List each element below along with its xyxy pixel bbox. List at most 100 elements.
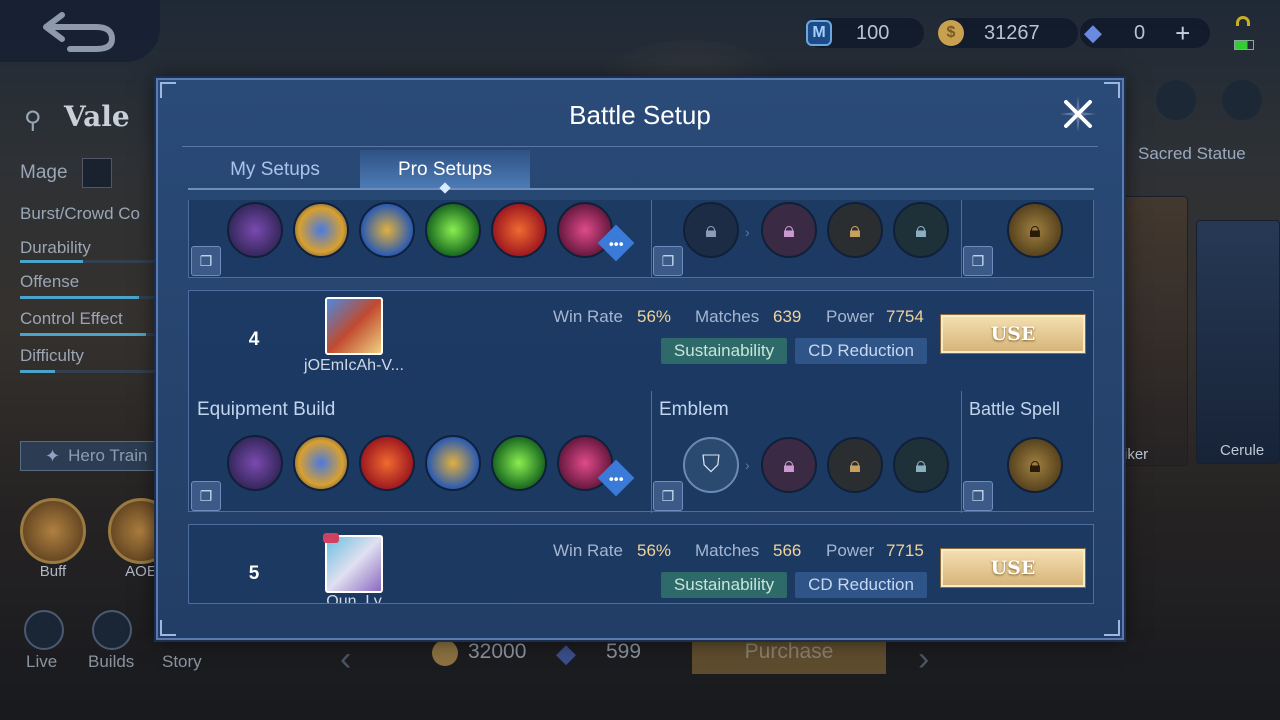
item-magic-boots-icon[interactable]: [227, 202, 283, 258]
player-avatar[interactable]: [325, 297, 383, 355]
next-arrow-icon[interactable]: ›: [918, 640, 929, 679]
tab-my-setups[interactable]: My Setups: [198, 150, 352, 190]
item-fire-wand-icon[interactable]: [359, 435, 415, 491]
ticket-icon: M: [806, 20, 832, 46]
item-fire-wand-icon[interactable]: [491, 202, 547, 258]
battle-spell-lock-icon[interactable]: 🔒︎: [1007, 437, 1063, 493]
emblem-main-icon[interactable]: ⛉: [683, 437, 739, 493]
back-button[interactable]: [0, 0, 160, 62]
use-build-button[interactable]: USE: [941, 549, 1085, 587]
section-divider: [651, 200, 652, 278]
emblem-talent-2-icon[interactable]: 🔒︎: [827, 437, 883, 493]
item-genius-wand-icon[interactable]: [293, 435, 349, 491]
copy-spell-button[interactable]: ❐: [963, 481, 993, 511]
item-magic-boots-icon[interactable]: [227, 435, 283, 491]
close-icon: [1060, 96, 1096, 132]
train-icon: ✦: [45, 445, 61, 466]
builds-icon[interactable]: [92, 610, 132, 650]
hero-specialty: Burst/Crowd Co: [20, 204, 140, 223]
diamond-price: 599: [606, 640, 642, 663]
hero-class-icon: ⚲: [24, 107, 42, 134]
emblem-talent-3-icon[interactable]: 🔒︎: [893, 202, 949, 258]
emblem-label: Emblem: [659, 399, 729, 420]
copy-equipment-button[interactable]: ❐: [191, 246, 221, 276]
gold-price: 32000: [468, 640, 527, 663]
item-genius-wand-icon[interactable]: [293, 202, 349, 258]
avatar-badge: [323, 533, 339, 543]
battle-spell-label: Battle Spell: [969, 399, 1061, 419]
matches-value: 639: [773, 307, 802, 326]
power-value: 7754: [886, 307, 924, 326]
item-green-gem-icon[interactable]: [425, 202, 481, 258]
buff-label: Buff: [39, 563, 67, 580]
copy-emblem-button[interactable]: ❐: [653, 481, 683, 511]
build-rank: 4: [248, 329, 260, 350]
sacred-statue-tab[interactable]: Sacred Statue: [1138, 144, 1246, 164]
stat-offense-label: Offense: [20, 272, 80, 291]
win-rate-value: 56%: [637, 307, 672, 326]
stat-control-label: Control Effect: [20, 309, 123, 328]
battle-setup-modal: Battle Setup My Setups Pro Setups ❐ ••• …: [156, 78, 1124, 640]
tag-sustainability: Sustainability: [661, 338, 787, 364]
hero-role: Mage: [20, 162, 68, 183]
use-build-button[interactable]: USE: [941, 315, 1085, 353]
close-button[interactable]: [1058, 94, 1098, 134]
tag-cd-reduction: CD Reduction: [795, 572, 927, 598]
corner-ornament: [160, 620, 176, 636]
win-rate-label: Win Rate: [553, 307, 623, 326]
tab-my-setups-label: My Setups: [230, 159, 320, 180]
matches-value: 566: [773, 541, 802, 560]
stat-difficulty-bar: [20, 370, 160, 373]
hero-train-button[interactable]: ✦ Hero Train: [20, 441, 160, 471]
builds-label: Builds: [88, 652, 135, 671]
item-green-gem-icon[interactable]: [491, 435, 547, 491]
emblem-talent-2-icon[interactable]: 🔒︎: [827, 202, 883, 258]
hero-train-label: Hero Train: [68, 446, 148, 465]
corner-ornament: [160, 82, 176, 98]
skin-name-2: Cerule: [1220, 442, 1265, 459]
build-card-4: 4 jOEmIcAh-V... Win Rate 56% Matches 639…: [188, 290, 1094, 513]
copy-equipment-button[interactable]: ❐: [191, 481, 221, 511]
role-icon: [82, 158, 112, 188]
emblem-main-lock-icon[interactable]: 🔒︎: [683, 202, 739, 258]
player-name: jOEmIcAh-V...: [304, 357, 404, 374]
back-arrow-icon: [43, 12, 115, 52]
build-row-partial: ❐ ••• ❐ 🔒︎ › 🔒︎ 🔒︎ 🔒︎ ❐ 🔒︎: [188, 200, 1094, 278]
player-name: Oun_Ly: [326, 593, 382, 604]
power-label: Power: [826, 307, 875, 326]
emblem-talent-1-icon[interactable]: 🔒︎: [761, 202, 817, 258]
story-label: Story: [162, 652, 202, 671]
tickets-counter: M 100: [806, 18, 924, 48]
player-avatar[interactable]: [325, 535, 383, 593]
section-divider: [651, 391, 652, 513]
section-divider: [961, 391, 962, 513]
title-divider: [182, 146, 1098, 147]
skin-name-1: iker: [1124, 446, 1149, 463]
diamond-icon: ◆: [1084, 20, 1102, 45]
buff-skill-button[interactable]: [20, 498, 86, 564]
copy-emblem-button[interactable]: ❐: [653, 246, 683, 276]
fullscreen-button[interactable]: [1222, 80, 1262, 120]
add-diamond-button[interactable]: +: [1175, 18, 1190, 49]
corner-ornament: [1104, 620, 1120, 636]
build-rank: 5: [248, 563, 260, 584]
prev-arrow-icon[interactable]: ‹: [340, 640, 351, 679]
emblem-talent-3-icon[interactable]: 🔒︎: [893, 437, 949, 493]
sound-button[interactable]: [1156, 80, 1196, 120]
copy-spell-button[interactable]: ❐: [963, 246, 993, 276]
emblem-talent-1-icon[interactable]: 🔒︎: [761, 437, 817, 493]
diamond-counter: ◆ 0 +: [1080, 18, 1210, 48]
tickets-value: 100: [856, 21, 890, 44]
matches-label: Matches: [695, 307, 760, 326]
battle-spell-lock-icon[interactable]: 🔒︎: [1007, 202, 1063, 258]
equipment-build-label: Equipment Build: [197, 399, 336, 420]
live-icon[interactable]: [24, 610, 64, 650]
stat-durability-label: Durability: [20, 238, 91, 257]
item-trident-icon[interactable]: [425, 435, 481, 491]
tab-pro-setups-label: Pro Setups: [398, 159, 492, 180]
matches-label: Matches: [695, 541, 760, 560]
item-trident-icon[interactable]: [359, 202, 415, 258]
gold-coin-icon: $: [938, 20, 964, 46]
win-rate-value: 56%: [637, 541, 672, 560]
win-rate-label: Win Rate: [553, 541, 623, 560]
